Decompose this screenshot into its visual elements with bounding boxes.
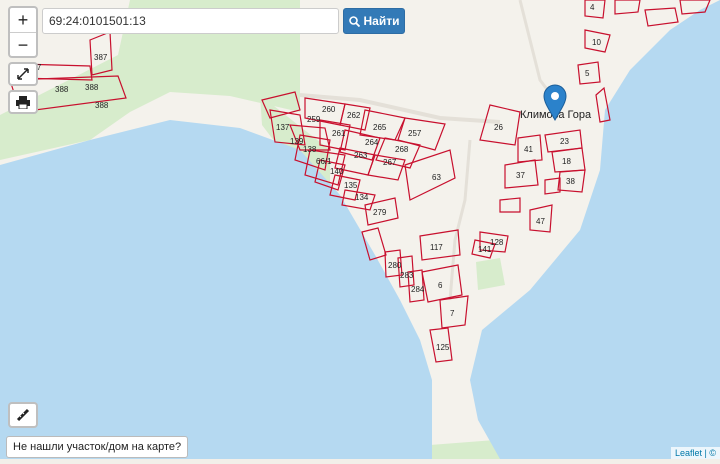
parcel-label: 134	[355, 193, 369, 202]
expand-icon	[17, 68, 29, 80]
parcel-label: 18	[562, 157, 571, 166]
parcel-label: 128	[490, 238, 504, 247]
map-attribution[interactable]: Leaflet | ©	[671, 447, 720, 459]
parcel-label: 4	[590, 3, 595, 12]
parcel-label: 280	[388, 261, 402, 270]
parcel-label: 141	[478, 245, 492, 254]
parcel-label: 37	[516, 171, 525, 180]
not-found-button[interactable]: Не нашли участок/дом на карте?	[6, 436, 189, 458]
parcel-label: 279	[373, 208, 387, 217]
print-button[interactable]	[8, 90, 38, 114]
find-button-label: Найти	[363, 14, 400, 28]
zoom-out-button[interactable]: −	[10, 33, 36, 56]
cadastral-search-input[interactable]	[42, 8, 339, 34]
parcel-label: 66/1	[316, 157, 332, 166]
parcel-label: 283	[400, 271, 414, 280]
parcel-label: 10	[592, 38, 601, 47]
parcel-label: 263	[354, 151, 368, 160]
parcel-label: 23	[560, 137, 569, 146]
parcel-label: 41	[524, 145, 533, 154]
search-icon	[348, 15, 360, 27]
parcel-label: 63	[432, 173, 441, 182]
map-canvas[interactable]: 387 387 388 388 388 260 262 259 261 265 …	[0, 0, 720, 459]
parcel-label: 139	[290, 137, 304, 146]
parcel-label: 259	[307, 115, 321, 124]
parcel-label: 388	[55, 85, 69, 94]
ruler-icon	[16, 408, 30, 422]
zoom-in-button[interactable]: +	[10, 8, 36, 33]
parcel-label: 388	[95, 101, 109, 110]
parcel-label: 138	[303, 145, 317, 154]
zoom-control: + −	[8, 6, 38, 58]
parcel-label: 261	[332, 129, 346, 138]
parcel-label: 262	[347, 111, 361, 120]
parcel-label: 5	[585, 69, 590, 78]
parcel-label: 284	[411, 285, 425, 294]
parcel-label: 388	[85, 83, 99, 92]
parcel-label: 268	[395, 145, 409, 154]
parcel-label: 38	[566, 177, 575, 186]
print-icon	[16, 95, 30, 109]
find-button[interactable]: Найти	[343, 8, 405, 34]
parcel-label: 260	[322, 105, 336, 114]
parcel-label: 6	[438, 281, 443, 290]
measure-button[interactable]	[8, 402, 38, 428]
parcel-label: 257	[408, 129, 422, 138]
parcel-label: 140	[330, 167, 344, 176]
parcel-label: 7	[450, 309, 455, 318]
parcel-label: 264	[365, 138, 379, 147]
parcel-label: 137	[276, 123, 290, 132]
parcel-label: 117	[430, 243, 443, 252]
parcel-label: 47	[536, 217, 545, 226]
fullscreen-button[interactable]	[8, 62, 38, 86]
parcel-label: 265	[373, 123, 387, 132]
parcel-label: 387	[94, 53, 108, 62]
parcel-label: 26	[494, 123, 503, 132]
parcel-label: 125	[436, 343, 450, 352]
parcel-label: 267	[383, 158, 397, 167]
parcel-label: 135	[344, 181, 358, 190]
